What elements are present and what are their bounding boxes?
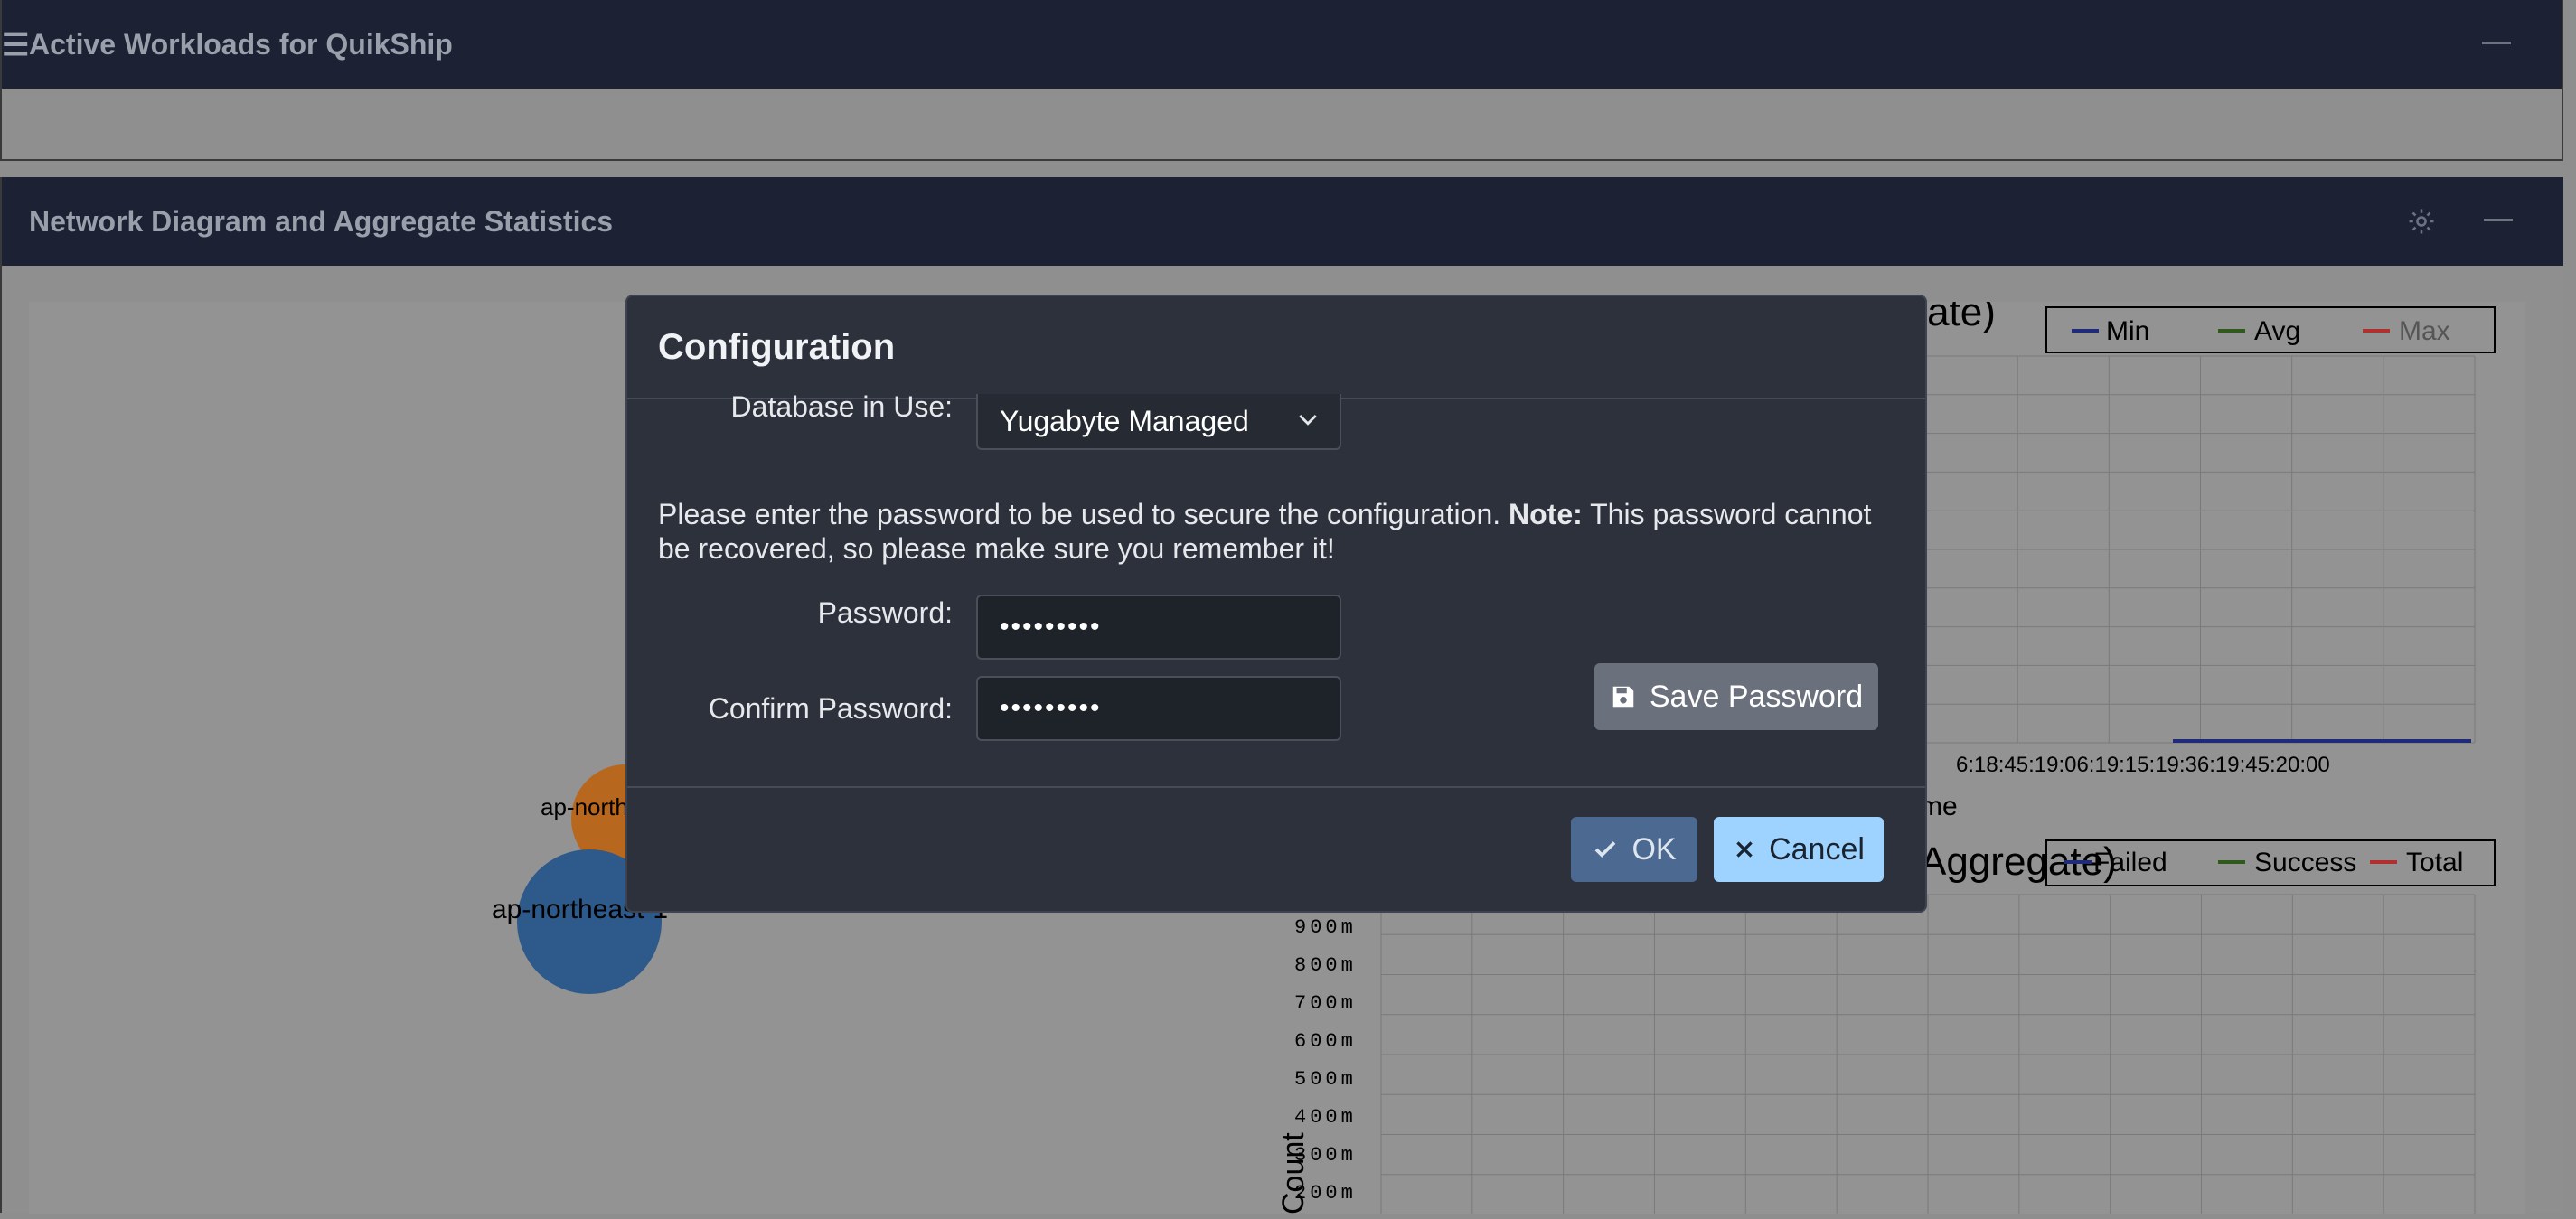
password-value: •••••••••: [1000, 612, 1102, 642]
confirm-password-label: Confirm Password:: [708, 692, 953, 725]
legend-failed: Failed: [2093, 848, 2167, 877]
latency-x-ticks: 6:18:45:19:06:19:15:19:36:19:45:20:00: [1956, 753, 2330, 777]
ok-label: OK: [1631, 831, 1677, 867]
modal-footer-divider: [627, 786, 1925, 788]
check-icon: [1592, 836, 1619, 863]
chevron-down-icon: [1299, 415, 1317, 426]
count-y-tick: 900m: [1294, 916, 1357, 939]
database-select[interactable]: Yugabyte Managed: [976, 394, 1341, 450]
count-y-label: Count: [1276, 1132, 1311, 1214]
legend-max: Max: [2399, 316, 2450, 346]
menu-icon[interactable]: ☰: [2, 27, 29, 63]
count-chart-grid: [1380, 894, 2476, 1215]
network-panel-title: Network Diagram and Aggregate Statistics: [29, 204, 614, 238]
count-y-tick: 700m: [1294, 992, 1357, 1015]
legend-min: Min: [2106, 316, 2149, 346]
network-panel-header: Network Diagram and Aggregate Statistics: [2, 177, 2563, 266]
save-password-button[interactable]: Save Password: [1594, 663, 1878, 730]
password-note: Please enter the password to be used to …: [658, 497, 1905, 566]
count-y-tick: 800m: [1294, 954, 1357, 977]
cancel-label: Cancel: [1769, 831, 1865, 867]
node-ap-north-label: ap-north: [541, 793, 628, 820]
collapse-workloads-icon[interactable]: [2482, 42, 2511, 44]
save-password-label: Save Password: [1649, 679, 1864, 714]
note-bold: Note:: [1509, 498, 1583, 530]
database-label: Database in Use:: [730, 390, 953, 423]
confirm-password-value: •••••••••: [1000, 693, 1102, 723]
count-y-tick: 600m: [1294, 1030, 1357, 1053]
legend-success: Success: [2254, 848, 2356, 877]
password-input[interactable]: •••••••••: [976, 595, 1341, 660]
gear-icon[interactable]: [2406, 206, 2437, 237]
active-workloads-panel: ☰ Active Workloads for QuikShip: [0, 0, 2563, 161]
cancel-button[interactable]: Cancel: [1714, 817, 1884, 882]
confirm-password-input[interactable]: •••••••••: [976, 676, 1341, 741]
count-y-tick: 500m: [1294, 1068, 1357, 1091]
floppy-disk-icon: [1610, 683, 1637, 710]
collapse-network-icon[interactable]: [2484, 219, 2513, 221]
configuration-modal: Configuration Database in Use: Yugabyte …: [625, 295, 1927, 913]
ok-button[interactable]: OK: [1571, 817, 1697, 882]
workloads-panel-title: Active Workloads for QuikShip: [29, 27, 453, 61]
modal-title: Configuration: [658, 327, 896, 367]
legend-total: Total: [2406, 848, 2463, 877]
legend-avg: Avg: [2254, 316, 2300, 346]
workloads-panel-header: ☰ Active Workloads for QuikShip: [2, 0, 2562, 89]
database-select-value: Yugabyte Managed: [1000, 404, 1249, 437]
note-text: Please enter the password to be used to …: [658, 498, 1501, 530]
count-y-tick: 400m: [1294, 1106, 1357, 1129]
close-icon: [1733, 838, 1756, 861]
password-label: Password:: [817, 596, 953, 629]
